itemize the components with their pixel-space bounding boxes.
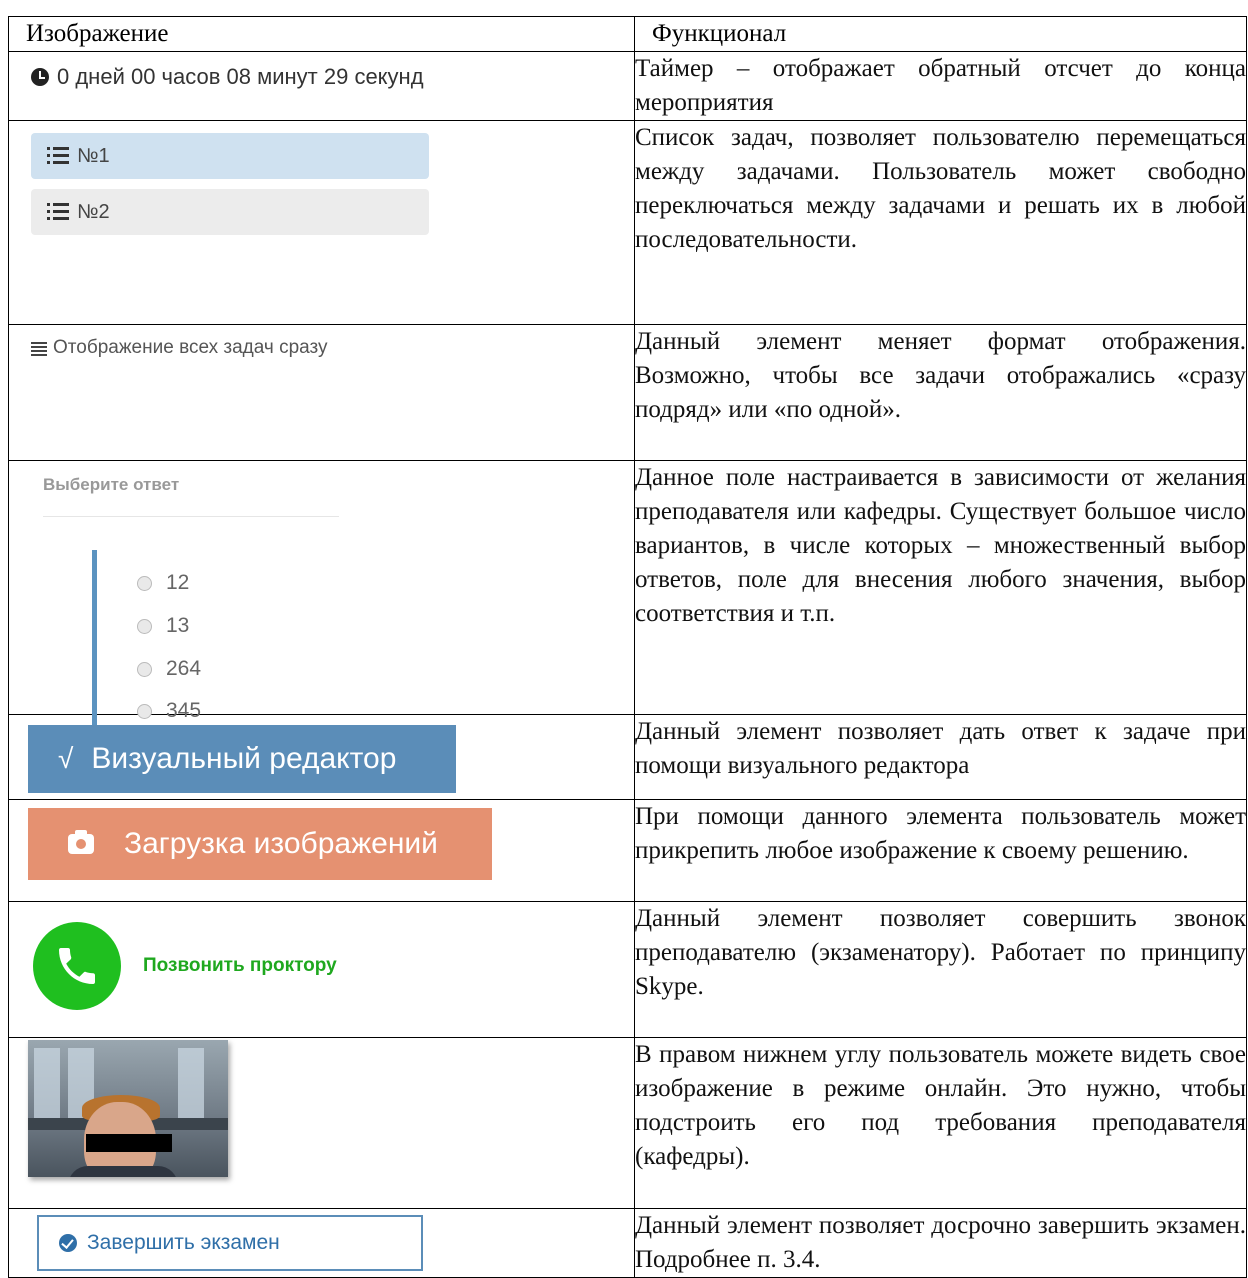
image-cell [8, 1037, 635, 1209]
image-cell: Завершить экзамен [8, 1208, 635, 1278]
task-item-2[interactable]: №2 [31, 189, 429, 235]
description-cell: Данный элемент позволяет совершить звоно… [634, 901, 1247, 1038]
list-icon [31, 341, 47, 356]
phone-icon [59, 948, 95, 984]
check-circle-icon [59, 1234, 77, 1252]
radio-button[interactable] [137, 618, 152, 634]
image-cell: Позвонить проктору [8, 901, 635, 1038]
task-label: №1 [77, 144, 110, 167]
answer-accent-bar [92, 550, 97, 735]
table-row: Выберите ответ 12 13 264 345 Данное поле… [8, 460, 1247, 735]
description-cell: Данный элемент позволяет дать ответ к за… [634, 714, 1247, 800]
visual-editor-button[interactable]: √ Визуальный редактор [28, 725, 456, 793]
radio-option[interactable]: 12 [137, 571, 189, 595]
description-cell: В правом нижнем углу пользователь можете… [634, 1037, 1247, 1209]
timer: 0 дней 00 часов 08 минут 29 секунд [9, 52, 634, 90]
image-cell: №1 №2 [8, 120, 635, 325]
table-row: №1 №2 Список задач, позволяет пользовате… [8, 120, 1247, 325]
call-proctor-label[interactable]: Позвонить проктору [143, 955, 337, 977]
task-label: №2 [77, 200, 110, 223]
table-row: √ Визуальный редактор Данный элемент поз… [8, 714, 1247, 800]
description-cell: Данный элемент позволяет досрочно заверш… [634, 1208, 1247, 1278]
image-cell: Отображение всех задач сразу [8, 324, 635, 461]
header-function: Функционал [634, 16, 1247, 52]
clock-icon [31, 68, 49, 86]
image-cell: Загрузка изображений [8, 799, 635, 902]
toggle-label: Отображение всех задач сразу [53, 337, 328, 358]
image-cell: √ Визуальный редактор [8, 714, 635, 800]
table-row: Завершить экзамен Данный элемент позволя… [8, 1208, 1247, 1278]
radio-button[interactable] [137, 575, 152, 591]
upload-images-button[interactable]: Загрузка изображений [28, 808, 492, 880]
camera-icon [68, 830, 94, 854]
image-cell: 0 дней 00 часов 08 минут 29 секунд [8, 51, 635, 121]
table-row: Позвонить проктору Данный элемент позвол… [8, 901, 1247, 1038]
description-cell: Данный элемент меняет формат отображения… [634, 324, 1247, 461]
list-icon [47, 203, 69, 221]
table-row: Отображение всех задач сразу Данный элем… [8, 324, 1247, 461]
table-row: Загрузка изображений При помощи данного … [8, 799, 1247, 902]
webcam-preview [28, 1040, 228, 1177]
finish-exam-button[interactable]: Завершить экзамен [37, 1215, 423, 1271]
check-icon: √ [58, 743, 74, 774]
timer-text: 0 дней 00 часов 08 минут 29 секунд [57, 64, 424, 89]
call-proctor-button[interactable] [33, 922, 121, 1010]
radio-label: 264 [166, 657, 202, 680]
table-row: 0 дней 00 часов 08 минут 29 секунд Тайме… [8, 51, 1247, 121]
header-image: Изображение [8, 16, 635, 52]
radio-option[interactable]: 264 [137, 657, 201, 681]
divider [43, 516, 339, 517]
radio-label: 13 [166, 614, 190, 637]
radio-option[interactable]: 13 [137, 614, 189, 638]
description-cell: Список задач, позволяет пользователю пер… [634, 120, 1247, 325]
button-label: Завершить экзамен [87, 1231, 280, 1254]
radio-label: 12 [166, 571, 190, 594]
functionality-table: Изображение Функционал 0 дней 00 часов 0… [8, 16, 1247, 1278]
description-cell: Таймер – отображает обратный отсчет до к… [634, 51, 1247, 121]
header-row: Изображение Функционал [8, 16, 1247, 52]
button-label: Визуальный редактор [91, 742, 397, 775]
choose-answer-title: Выберите ответ [43, 475, 180, 494]
radio-button[interactable] [137, 661, 152, 677]
show-all-tasks-toggle[interactable]: Отображение всех задач сразу [9, 325, 634, 359]
description-cell: При помощи данного элемента пользователь… [634, 799, 1247, 902]
button-label: Загрузка изображений [124, 827, 438, 860]
list-icon [47, 147, 69, 165]
description-cell: Данное поле настраивается в зависимости … [634, 460, 1247, 715]
image-cell: Выберите ответ 12 13 264 345 [8, 460, 635, 735]
task-item-1[interactable]: №1 [31, 133, 429, 179]
table-row: В правом нижнем углу пользователь можете… [8, 1037, 1247, 1209]
